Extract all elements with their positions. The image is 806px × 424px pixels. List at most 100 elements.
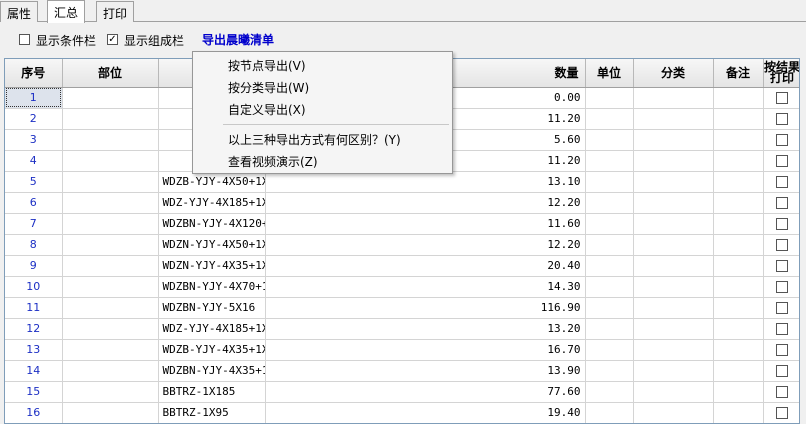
cell-print[interactable] [763, 339, 799, 361]
cell-print[interactable] [763, 276, 799, 298]
cell-spec[interactable]: WDZBN-YJY-5X16 [158, 297, 266, 319]
cell-seq[interactable]: 1 [5, 87, 63, 109]
cell-location[interactable] [62, 87, 159, 109]
cell-unit[interactable] [585, 192, 634, 214]
print-checkbox[interactable] [776, 323, 788, 335]
cell-category[interactable] [633, 108, 714, 130]
cell-spec[interactable]: WDZB-YJY-4X50+1X25 [158, 171, 266, 193]
cell-seq[interactable]: 16 [5, 402, 63, 423]
cell-unit[interactable] [585, 150, 634, 172]
cell-location[interactable] [62, 318, 159, 340]
print-checkbox[interactable] [776, 134, 788, 146]
print-checkbox[interactable] [776, 197, 788, 209]
cell-seq[interactable]: 3 [5, 129, 63, 151]
cell-unit[interactable] [585, 276, 634, 298]
print-checkbox[interactable] [776, 260, 788, 272]
cell-quantity[interactable]: 13.90 [265, 360, 586, 382]
table-row[interactable]: 15 BBTRZ-1X185 77.60 [5, 381, 799, 403]
cell-print[interactable] [763, 108, 799, 130]
cell-print[interactable] [763, 318, 799, 340]
export-list-link[interactable]: 导出晨曦清单 [202, 31, 274, 48]
print-checkbox[interactable] [776, 155, 788, 167]
cell-quantity[interactable]: 13.20 [265, 318, 586, 340]
cell-print[interactable] [763, 234, 799, 256]
cell-category[interactable] [633, 360, 714, 382]
cell-location[interactable] [62, 276, 159, 298]
cell-category[interactable] [633, 171, 714, 193]
cell-print[interactable] [763, 150, 799, 172]
cell-location[interactable] [62, 381, 159, 403]
cell-category[interactable] [633, 402, 714, 423]
print-checkbox[interactable] [776, 281, 788, 293]
cell-quantity[interactable]: 19.40 [265, 402, 586, 423]
cell-location[interactable] [62, 129, 159, 151]
cell-unit[interactable] [585, 213, 634, 235]
table-row[interactable]: 5 WDZB-YJY-4X50+1X2513.10 [5, 171, 799, 193]
cell-note[interactable] [713, 213, 764, 235]
print-checkbox[interactable] [776, 386, 788, 398]
cell-print[interactable] [763, 192, 799, 214]
cell-note[interactable] [713, 129, 764, 151]
cell-unit[interactable] [585, 318, 634, 340]
cell-unit[interactable] [585, 87, 634, 109]
cell-spec[interactable]: WDZBN-YJY-4X120+1X70 [158, 213, 266, 235]
cell-note[interactable] [713, 276, 764, 298]
cell-quantity[interactable]: 14.30 [265, 276, 586, 298]
cell-location[interactable] [62, 402, 159, 423]
table-row[interactable]: 8 WDZN-YJY-4X50+1X2512.20 [5, 234, 799, 256]
col-header-location[interactable]: 部位 [62, 59, 159, 88]
cell-spec[interactable]: WDZBN-YJY-4X70+1X35 [158, 276, 266, 298]
cell-quantity[interactable]: 77.60 [265, 381, 586, 403]
cell-print[interactable] [763, 402, 799, 423]
print-checkbox[interactable] [776, 176, 788, 188]
cell-spec[interactable]: WDZN-YJY-4X50+1X25 [158, 234, 266, 256]
table-row[interactable]: 9 WDZN-YJY-4X35+1X1620.40 [5, 255, 799, 277]
cell-unit[interactable] [585, 171, 634, 193]
cell-category[interactable] [633, 255, 714, 277]
print-checkbox[interactable] [776, 365, 788, 377]
cell-location[interactable] [62, 171, 159, 193]
cell-unit[interactable] [585, 255, 634, 277]
cell-quantity[interactable]: 12.20 [265, 192, 586, 214]
col-header-category[interactable]: 分类 [633, 59, 714, 88]
cell-print[interactable] [763, 129, 799, 151]
tab-properties[interactable]: 属性 [0, 1, 39, 22]
cell-spec[interactable]: WDZ-YJY-4X185+1X95 [158, 192, 266, 214]
cell-location[interactable] [62, 150, 159, 172]
menu-item-view-video-demo[interactable]: 查看视频演示(Z) [228, 153, 318, 170]
cell-location[interactable] [62, 339, 159, 361]
col-header-seq[interactable]: 序号 [5, 59, 63, 88]
show-condition-bar-label[interactable]: 显示条件栏 [36, 32, 96, 49]
cell-quantity[interactable]: 11.60 [265, 213, 586, 235]
print-checkbox[interactable] [776, 344, 788, 356]
cell-note[interactable] [713, 192, 764, 214]
show-component-bar-label[interactable]: 显示组成栏 [124, 32, 184, 49]
menu-item-export-by-node[interactable]: 按节点导出(V) [228, 57, 306, 74]
cell-print[interactable] [763, 171, 799, 193]
cell-seq[interactable]: 12 [5, 318, 63, 340]
cell-note[interactable] [713, 150, 764, 172]
cell-location[interactable] [62, 360, 159, 382]
tab-print[interactable]: 打印 [96, 1, 135, 22]
menu-item-custom-export[interactable]: 自定义导出(X) [228, 101, 306, 118]
cell-category[interactable] [633, 381, 714, 403]
cell-note[interactable] [713, 402, 764, 423]
cell-note[interactable] [713, 87, 764, 109]
cell-quantity[interactable]: 12.20 [265, 234, 586, 256]
cell-unit[interactable] [585, 108, 634, 130]
cell-print[interactable] [763, 255, 799, 277]
cell-quantity[interactable]: 116.90 [265, 297, 586, 319]
cell-seq[interactable]: 11 [5, 297, 63, 319]
cell-location[interactable] [62, 234, 159, 256]
print-checkbox[interactable] [776, 113, 788, 125]
cell-note[interactable] [713, 234, 764, 256]
cell-category[interactable] [633, 129, 714, 151]
table-row[interactable]: 10 WDZBN-YJY-4X70+1X3514.30 [5, 276, 799, 298]
cell-category[interactable] [633, 213, 714, 235]
cell-seq[interactable]: 9 [5, 255, 63, 277]
cell-seq[interactable]: 2 [5, 108, 63, 130]
table-row[interactable]: 13 WDZB-YJY-4X35+1X1616.70 [5, 339, 799, 361]
cell-category[interactable] [633, 318, 714, 340]
cell-quantity[interactable]: 16.70 [265, 339, 586, 361]
cell-seq[interactable]: 10 [5, 276, 63, 298]
